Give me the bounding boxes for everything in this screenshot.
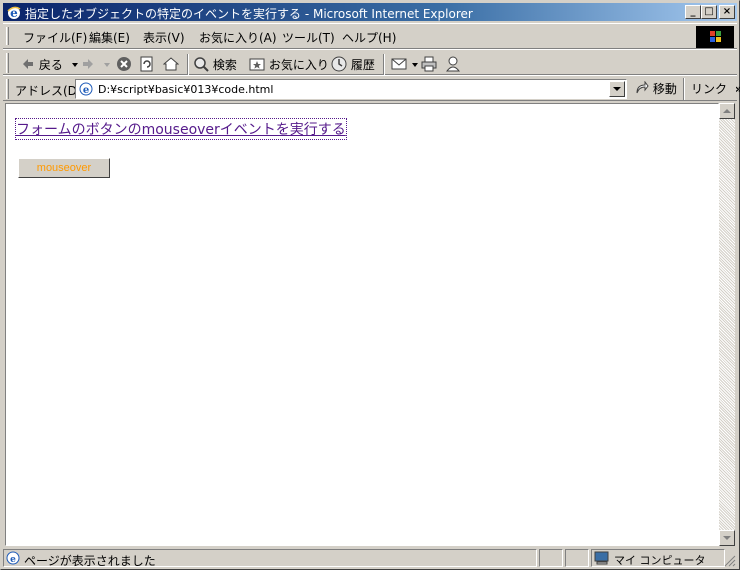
page-ie-icon: e (79, 82, 93, 96)
history-icon (331, 56, 347, 72)
menu-view[interactable]: 表示(V) (143, 29, 185, 46)
address-separator (683, 78, 685, 100)
home-icon (162, 57, 180, 71)
favorites-folder-icon (249, 58, 265, 71)
windows-flag-icon (710, 31, 721, 42)
links-chevron-icon: » (735, 82, 740, 96)
address-dropdown-button[interactable] (609, 81, 625, 97)
window-title: 指定したオブジェクトの特定のイベントを実行する - Microsoft Inte… (25, 7, 473, 21)
refresh-icon (140, 56, 153, 72)
home-button[interactable] (162, 55, 180, 75)
standard-toolbar: 戻る 検索 お気に入り 履歴 (3, 49, 737, 76)
address-field[interactable]: e D:¥script¥basic¥013¥code.html (75, 79, 627, 99)
mouseover-event-link[interactable]: フォームのボタンのmouseoverイベントを実行する (15, 118, 347, 140)
scroll-down-button[interactable] (719, 530, 735, 546)
title-bar[interactable]: e 指定したオブジェクトの特定のイベントを実行する - Microsoft In… (3, 3, 737, 21)
search-icon (194, 57, 209, 72)
address-bar: アドレス(D) e D:¥script¥basic¥013¥code.html … (3, 75, 740, 101)
favorites-label: お気に入り (268, 58, 329, 72)
ie-window: e 指定したオブジェクトの特定のイベントを実行する - Microsoft In… (0, 0, 740, 570)
menu-file[interactable]: ファイル(F) (23, 29, 87, 46)
maximize-icon: □ (704, 6, 714, 17)
status-pane-security (565, 549, 589, 567)
search-button[interactable]: 検索 (193, 55, 237, 75)
favorites-button[interactable]: お気に入り (249, 55, 329, 75)
print-icon (421, 56, 437, 72)
address-label: アドレス(D) (15, 84, 82, 98)
back-button[interactable]: 戻る (21, 55, 79, 75)
ie-logo-icon: e (7, 6, 21, 20)
arrow-down-icon (723, 536, 731, 540)
svg-text:e: e (83, 85, 89, 96)
forward-button[interactable] (81, 55, 111, 75)
search-label: 検索 (212, 58, 237, 72)
close-icon: × (722, 6, 732, 17)
scroll-up-button[interactable] (719, 103, 735, 119)
vertical-scrollbar[interactable] (719, 103, 735, 546)
go-arrow-icon (636, 80, 649, 94)
go-button[interactable]: 移動 (635, 79, 677, 99)
back-dropdown-icon (71, 63, 78, 67)
stop-button[interactable] (116, 55, 132, 75)
close-button[interactable]: × (719, 5, 735, 19)
status-bar: e ページが表示されました マイ コンピュータ (3, 548, 737, 568)
page-done-icon: e (6, 551, 20, 565)
svg-text:e: e (10, 555, 16, 565)
menu-tools[interactable]: ツール(T) (282, 29, 335, 46)
zone-label: マイ コンピュータ (614, 554, 706, 567)
links-button[interactable]: リンク » (691, 79, 740, 99)
address-grip[interactable] (6, 79, 9, 99)
chevron-down-icon (613, 87, 621, 91)
print-button[interactable] (421, 55, 437, 75)
minimize-button[interactable]: _ (685, 5, 701, 19)
menu-bar: ファイル(F) 編集(E) 表示(V) お気に入り(A) ツール(T) ヘルプ(… (3, 23, 737, 49)
back-arrow-icon (23, 59, 33, 69)
address-url: D:¥script¥basic¥013¥code.html (98, 83, 274, 96)
windows-logo (696, 26, 734, 48)
forward-arrow-icon (83, 59, 93, 69)
status-zone-pane: マイ コンピュータ (591, 549, 725, 567)
messenger-icon (445, 56, 461, 72)
history-label: 履歴 (350, 58, 375, 72)
status-text: ページが表示されました (24, 554, 156, 568)
page-content: フォームのボタンのmouseoverイベントを実行する mouseover (5, 103, 719, 546)
refresh-button[interactable] (139, 55, 155, 75)
mail-button[interactable] (391, 55, 419, 75)
resize-grip-icon[interactable] (724, 555, 736, 567)
stop-icon (117, 57, 131, 71)
go-label: 移動 (652, 82, 677, 96)
menu-edit[interactable]: 編集(E) (89, 29, 130, 46)
minimize-icon: _ (690, 6, 696, 17)
forward-dropdown-icon (103, 63, 110, 67)
maximize-button[interactable]: □ (701, 5, 717, 19)
mouseover-button[interactable]: mouseover (18, 158, 110, 178)
status-main-pane: e ページが表示されました (3, 549, 537, 568)
toolbar-separator (383, 54, 385, 76)
arrow-up-icon (723, 109, 731, 113)
toolbar-grip[interactable] (6, 53, 9, 73)
my-computer-icon (594, 551, 609, 565)
history-button[interactable]: 履歴 (331, 55, 375, 75)
menu-help[interactable]: ヘルプ(H) (342, 29, 396, 46)
messenger-button[interactable] (445, 55, 461, 75)
mail-dropdown-icon (411, 63, 418, 67)
mail-icon (391, 58, 407, 70)
menu-favorites[interactable]: お気に入り(A) (199, 29, 277, 46)
status-pane-progress (539, 549, 563, 567)
toolbar-separator (187, 54, 189, 76)
back-label: 戻る (38, 58, 63, 72)
links-label: リンク (691, 82, 728, 96)
menu-grip[interactable] (6, 27, 9, 45)
